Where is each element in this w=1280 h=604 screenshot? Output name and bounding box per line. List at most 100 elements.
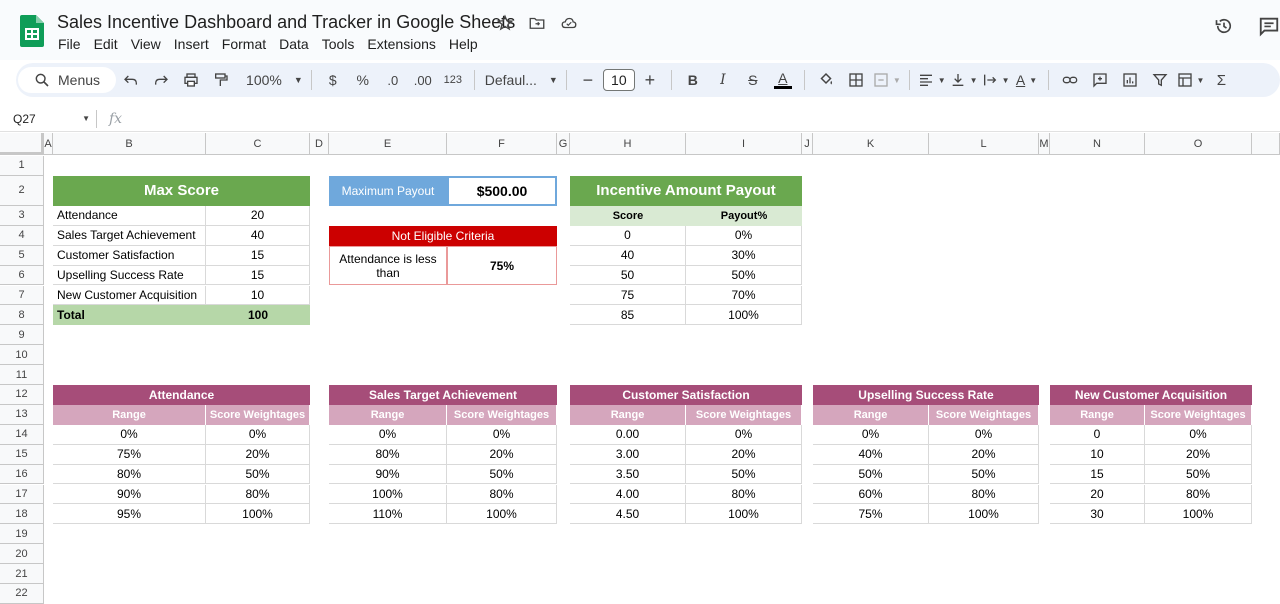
italic-button[interactable]: I [710, 67, 736, 93]
maximum-payout-label[interactable]: Maximum Payout [329, 175, 447, 206]
horizontal-align-icon[interactable]: ▼ [918, 67, 946, 93]
new-customer-acquisition-table-title[interactable]: New Customer Acquisition [1050, 385, 1252, 405]
attendance-header-weightage[interactable]: Score Weightages [206, 404, 310, 425]
row-header-7[interactable]: 7 [0, 285, 44, 306]
row-header-4[interactable]: 4 [0, 225, 44, 246]
attendance-range[interactable]: 80% [53, 464, 206, 485]
column-header-l[interactable]: L [929, 133, 1039, 155]
incentive-score[interactable]: 75 [570, 285, 686, 306]
filter-views-icon[interactable]: ▼ [1177, 67, 1204, 93]
incentive-payout[interactable]: 30% [686, 245, 802, 266]
customer-satisfaction-range[interactable]: 4.00 [570, 484, 686, 505]
upselling-success-rate-table-title[interactable]: Upselling Success Rate [813, 385, 1039, 405]
star-icon[interactable] [495, 13, 515, 33]
incentive-score[interactable]: 0 [570, 225, 686, 246]
sales-target-achievement-weightage[interactable]: 100% [447, 504, 557, 525]
incentive-score[interactable]: 85 [570, 305, 686, 326]
row-header-11[interactable]: 11 [0, 365, 44, 385]
fill-color-icon[interactable] [813, 67, 839, 93]
menu-extensions[interactable]: Extensions [367, 36, 448, 52]
max-score-total-value[interactable]: 100 [206, 305, 310, 326]
column-header-j[interactable]: J [802, 133, 813, 155]
new-customer-acquisition-range[interactable]: 10 [1050, 444, 1145, 465]
undo-icon[interactable] [118, 67, 144, 93]
decrease-decimal-button[interactable]: .0 [380, 67, 406, 93]
strikethrough-icon[interactable]: S [740, 67, 766, 93]
incentive-payout[interactable]: 0% [686, 225, 802, 246]
column-header-b[interactable]: B [53, 133, 206, 155]
decrease-font-size-button[interactable]: − [575, 67, 601, 93]
not-eligible-value[interactable]: 75% [447, 245, 557, 286]
attendance-weightage[interactable]: 20% [206, 444, 310, 465]
menu-format[interactable]: Format [222, 36, 279, 52]
column-header-a[interactable]: A [44, 133, 53, 155]
new-customer-acquisition-range[interactable]: 20 [1050, 484, 1145, 505]
max-score-value[interactable]: 40 [206, 225, 310, 246]
row-header-3[interactable]: 3 [0, 205, 44, 226]
column-header-m[interactable]: M [1039, 133, 1050, 155]
customer-satisfaction-weightage[interactable]: 20% [686, 444, 802, 465]
redo-icon[interactable] [148, 67, 174, 93]
customer-satisfaction-weightage[interactable]: 80% [686, 484, 802, 505]
comments-icon[interactable] [1258, 16, 1280, 37]
row-header-13[interactable]: 13 [0, 404, 44, 425]
new-customer-acquisition-weightage[interactable]: 0% [1145, 424, 1252, 445]
new-customer-acquisition-weightage[interactable]: 100% [1145, 504, 1252, 525]
row-header-19[interactable]: 19 [0, 524, 44, 545]
incentive-header-score[interactable]: Score [570, 205, 686, 226]
new-customer-acquisition-range[interactable]: 0 [1050, 424, 1145, 445]
new-customer-acquisition-range[interactable]: 15 [1050, 464, 1145, 485]
upselling-success-rate-weightage[interactable]: 0% [929, 424, 1039, 445]
customer-satisfaction-range[interactable]: 3.00 [570, 444, 686, 465]
max-score-value[interactable]: 20 [206, 205, 310, 226]
menu-help[interactable]: Help [449, 36, 491, 52]
menu-file[interactable]: File [58, 36, 94, 52]
upselling-success-rate-header-range[interactable]: Range [813, 404, 929, 425]
bold-button[interactable]: B [680, 67, 706, 93]
customer-satisfaction-weightage[interactable]: 0% [686, 424, 802, 445]
select-all-corner[interactable] [0, 133, 44, 155]
incentive-payout-title[interactable]: Incentive Amount Payout [570, 175, 802, 206]
percent-format-button[interactable]: % [350, 67, 376, 93]
max-score-label[interactable]: Upselling Success Rate [53, 265, 206, 286]
sales-target-achievement-range[interactable]: 0% [329, 424, 447, 445]
column-header-d[interactable]: D [310, 133, 329, 155]
upselling-success-rate-weightage[interactable]: 50% [929, 464, 1039, 485]
row-header-18[interactable]: 18 [0, 504, 44, 525]
new-customer-acquisition-header-range[interactable]: Range [1050, 404, 1145, 425]
row-header-5[interactable]: 5 [0, 245, 44, 266]
insert-chart-icon[interactable] [1117, 67, 1143, 93]
attendance-weightage[interactable]: 50% [206, 464, 310, 485]
row-header-1[interactable]: 1 [0, 156, 44, 176]
column-header-c[interactable]: C [206, 133, 310, 155]
upselling-success-rate-weightage[interactable]: 100% [929, 504, 1039, 525]
name-box[interactable]: Q27 ▼ [0, 108, 96, 130]
sales-target-achievement-weightage[interactable]: 80% [447, 484, 557, 505]
currency-format-button[interactable]: $ [320, 67, 346, 93]
max-score-value[interactable]: 10 [206, 285, 310, 306]
max-score-title[interactable]: Max Score [53, 175, 310, 206]
sales-target-achievement-weightage[interactable]: 50% [447, 464, 557, 485]
attendance-weightage[interactable]: 80% [206, 484, 310, 505]
row-header-8[interactable]: 8 [0, 305, 44, 326]
move-folder-icon[interactable] [527, 13, 547, 33]
max-score-total-label[interactable]: Total [53, 305, 206, 326]
customer-satisfaction-weightage[interactable]: 50% [686, 464, 802, 485]
incentive-payout[interactable]: 100% [686, 305, 802, 326]
customer-satisfaction-header-range[interactable]: Range [570, 404, 686, 425]
paint-format-icon[interactable] [208, 67, 234, 93]
customer-satisfaction-range[interactable]: 4.50 [570, 504, 686, 525]
menu-view[interactable]: View [131, 36, 174, 52]
upselling-success-rate-range[interactable]: 50% [813, 464, 929, 485]
row-header-15[interactable]: 15 [0, 444, 44, 465]
text-wrapping-icon[interactable]: ▼ [982, 67, 1010, 93]
sales-target-achievement-range[interactable]: 100% [329, 484, 447, 505]
borders-icon[interactable] [843, 67, 869, 93]
vertical-align-icon[interactable]: ▼ [950, 67, 978, 93]
column-header-i[interactable]: I [686, 133, 802, 155]
increase-font-size-button[interactable]: + [637, 67, 663, 93]
sales-target-achievement-range[interactable]: 80% [329, 444, 447, 465]
max-score-label[interactable]: Attendance [53, 205, 206, 226]
attendance-range[interactable]: 95% [53, 504, 206, 525]
maximum-payout-value[interactable]: $500.00 [447, 175, 557, 206]
